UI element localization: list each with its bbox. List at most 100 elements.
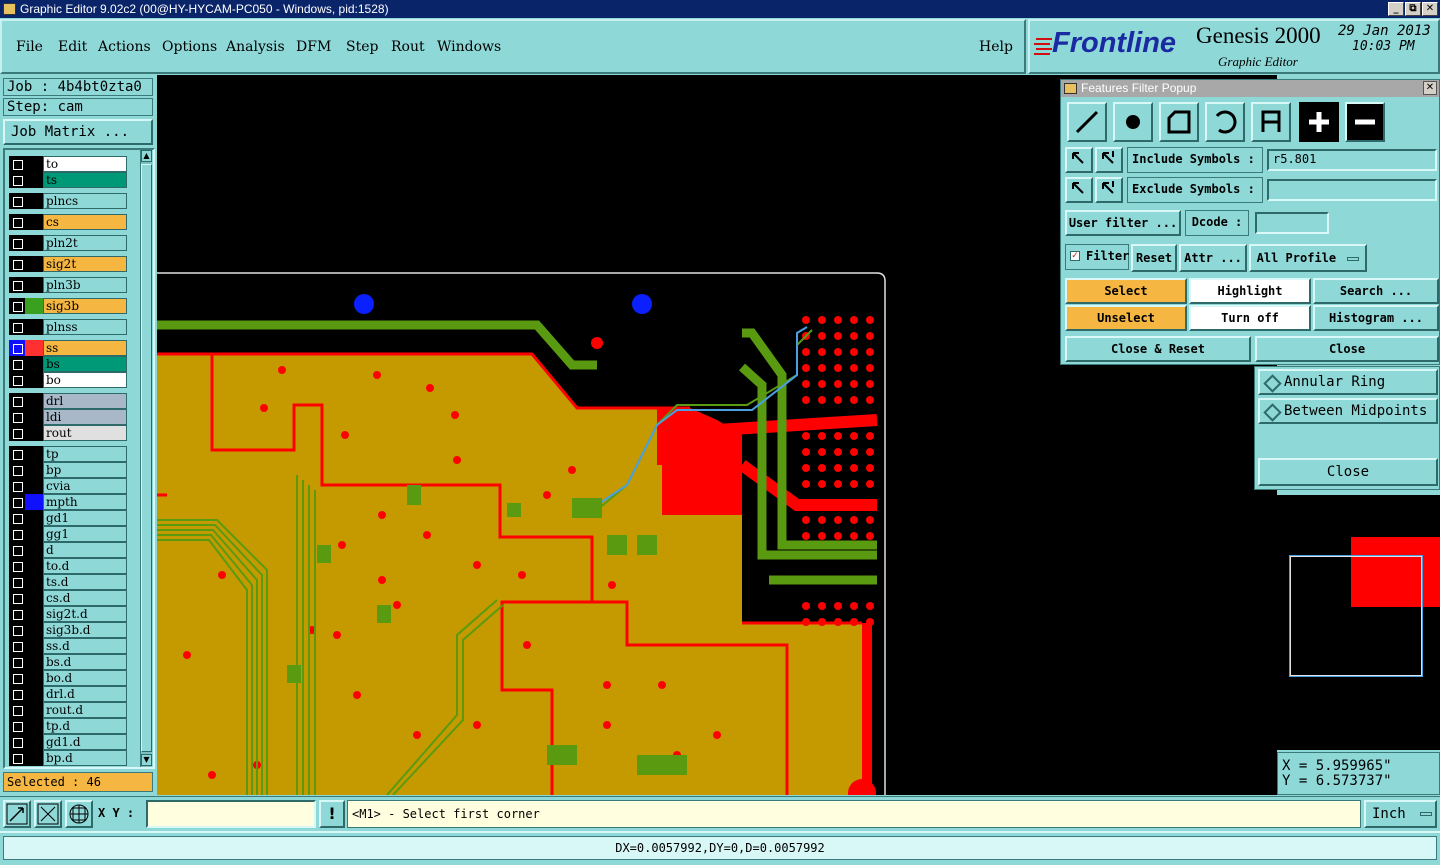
layer-checkbox[interactable] xyxy=(9,172,25,188)
menu-step[interactable]: Step xyxy=(346,39,378,55)
layer-checkbox[interactable] xyxy=(9,319,25,335)
layer-row-bs-d[interactable]: bs.d xyxy=(9,654,127,670)
layer-name[interactable]: pln3b xyxy=(43,277,127,293)
layer-row-tp[interactable]: tp xyxy=(9,446,127,462)
layer-row-bs[interactable]: bs xyxy=(9,356,127,372)
pad-icon[interactable] xyxy=(1113,102,1153,142)
layer-checkbox[interactable] xyxy=(9,156,25,172)
layer-checkbox[interactable] xyxy=(9,409,25,425)
popup-close-icon[interactable]: ✕ xyxy=(1423,81,1437,95)
layer-name[interactable]: ldi xyxy=(43,409,127,425)
layer-name[interactable]: gg1 xyxy=(43,526,127,542)
menu-rout[interactable]: Rout xyxy=(391,39,425,55)
layer-checkbox[interactable] xyxy=(9,494,25,510)
exclude-pick-icon[interactable] xyxy=(1065,177,1093,203)
reset-button[interactable]: Reset xyxy=(1131,244,1177,272)
layer-checkbox[interactable] xyxy=(9,193,25,209)
layer-checkbox[interactable] xyxy=(9,718,25,734)
layer-name[interactable]: pln2t xyxy=(43,235,127,251)
text-icon[interactable] xyxy=(1251,102,1291,142)
layer-checkbox[interactable] xyxy=(9,356,25,372)
layer-row-plnss[interactable]: plnss xyxy=(9,319,127,335)
line-icon[interactable] xyxy=(1067,102,1107,142)
layer-row-pln3b[interactable]: pln3b xyxy=(9,277,127,293)
close-reset-button[interactable]: Close & Reset xyxy=(1065,336,1251,362)
layer-row-plncs[interactable]: plncs xyxy=(9,193,127,209)
layer-name[interactable]: sig3b xyxy=(43,298,127,314)
layer-checkbox[interactable] xyxy=(9,734,25,750)
layer-name[interactable]: ts.d xyxy=(43,574,127,590)
layer-checkbox[interactable] xyxy=(9,256,25,272)
layer-row-bp[interactable]: bp xyxy=(9,462,127,478)
layer-checkbox[interactable] xyxy=(9,558,25,574)
highlight-button[interactable]: Highlight xyxy=(1189,278,1311,304)
layer-name[interactable]: sig2t.d xyxy=(43,606,127,622)
layer-name[interactable]: rout xyxy=(43,425,127,441)
user-filter-button[interactable]: User filter ... xyxy=(1065,210,1181,236)
measure-icon[interactable] xyxy=(34,800,62,828)
menu-edit[interactable]: Edit xyxy=(58,39,87,55)
job-matrix-button[interactable]: Job Matrix ... xyxy=(3,119,153,145)
include-pick-icon[interactable] xyxy=(1065,147,1093,173)
layer-row-sig3b-d[interactable]: sig3b.d xyxy=(9,622,127,638)
layer-row-cs-d[interactable]: cs.d xyxy=(9,590,127,606)
layer-name[interactable]: bo xyxy=(43,372,127,388)
menu-options[interactable]: Options xyxy=(162,39,217,55)
layer-row-rout-d[interactable]: rout.d xyxy=(9,702,127,718)
layer-name[interactable]: to xyxy=(43,156,127,172)
layer-checkbox[interactable] xyxy=(9,277,25,293)
scroll-down-icon[interactable]: ▼ xyxy=(141,754,152,766)
layer-name[interactable]: bp.d xyxy=(43,750,127,766)
dcode-input[interactable] xyxy=(1255,212,1329,234)
maximize-button[interactable]: ⧉ xyxy=(1405,2,1421,16)
close-popup-button[interactable]: Close xyxy=(1255,336,1439,362)
menu-help[interactable]: Help xyxy=(979,39,1013,55)
layer-name[interactable]: drl.d xyxy=(43,686,127,702)
minimize-button[interactable]: _ xyxy=(1388,2,1404,16)
layer-row-mpth[interactable]: mpth xyxy=(9,494,127,510)
layer-checkbox[interactable] xyxy=(9,462,25,478)
layer-row-ldi[interactable]: ldi xyxy=(9,409,127,425)
layer-row-tp-d[interactable]: tp.d xyxy=(9,718,127,734)
layer-name[interactable]: gd1 xyxy=(43,510,127,526)
exclude-pick2-icon[interactable] xyxy=(1095,177,1123,203)
unselect-button[interactable]: Unselect xyxy=(1065,305,1187,331)
layer-row-gg1[interactable]: gg1 xyxy=(9,526,127,542)
menu-dfm[interactable]: DFM xyxy=(296,39,331,55)
search-button[interactable]: Search ... xyxy=(1313,278,1439,304)
attr-button[interactable]: Attr ... xyxy=(1179,244,1247,272)
layer-checkbox[interactable] xyxy=(9,622,25,638)
include-pick2-icon[interactable] xyxy=(1095,147,1123,173)
layer-checkbox[interactable] xyxy=(9,235,25,251)
layer-row-to[interactable]: to xyxy=(9,156,127,172)
layer-checkbox[interactable] xyxy=(9,510,25,526)
layer-name[interactable]: cvia xyxy=(43,478,127,494)
layer-checkbox[interactable] xyxy=(9,702,25,718)
turn-off-button[interactable]: Turn off xyxy=(1189,305,1311,331)
exclude-symbols-input[interactable] xyxy=(1267,179,1437,201)
layer-checkbox[interactable] xyxy=(9,214,25,230)
layer-scrollbar[interactable]: ▲ ▼ xyxy=(140,150,152,767)
layer-name[interactable]: plnss xyxy=(43,319,127,335)
close-window-button[interactable]: ✕ xyxy=(1422,2,1438,16)
layer-checkbox[interactable] xyxy=(9,654,25,670)
layer-row-gd1-d[interactable]: gd1.d xyxy=(9,734,127,750)
layer-checkbox[interactable] xyxy=(9,298,25,314)
layer-checkbox[interactable] xyxy=(9,393,25,409)
arc-icon[interactable] xyxy=(1205,102,1245,142)
exclaim-button[interactable]: ! xyxy=(319,800,345,828)
layer-row-sig2t-d[interactable]: sig2t.d xyxy=(9,606,127,622)
layer-name[interactable]: tp.d xyxy=(43,718,127,734)
layer-checkbox[interactable] xyxy=(9,606,25,622)
between-midpoints-option[interactable]: Between Midpoints xyxy=(1258,398,1438,424)
layer-row-ts-d[interactable]: ts.d xyxy=(9,574,127,590)
layer-row-bo[interactable]: bo xyxy=(9,372,127,388)
layer-checkbox[interactable] xyxy=(9,446,25,462)
layer-row-ss[interactable]: ss xyxy=(9,340,127,356)
xy-input[interactable] xyxy=(146,800,316,828)
histogram-button[interactable]: Histogram ... xyxy=(1313,305,1439,331)
layer-checkbox[interactable] xyxy=(9,340,25,356)
menu-windows[interactable]: Windows xyxy=(437,39,501,55)
layer-name[interactable]: d xyxy=(43,542,127,558)
negative-icon[interactable] xyxy=(1345,102,1385,142)
